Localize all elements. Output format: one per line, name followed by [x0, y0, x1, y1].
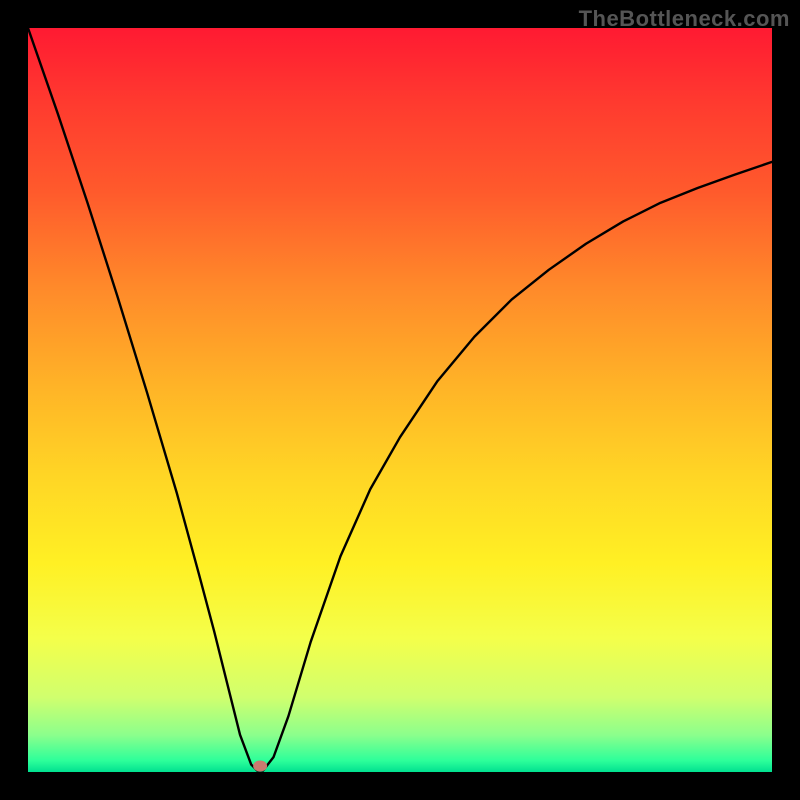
gradient-background — [28, 28, 772, 772]
min-marker — [253, 761, 267, 772]
plot-area — [28, 28, 772, 772]
watermark-text: TheBottleneck.com — [579, 6, 790, 32]
chart-frame: TheBottleneck.com — [0, 0, 800, 800]
chart-canvas — [28, 28, 772, 772]
